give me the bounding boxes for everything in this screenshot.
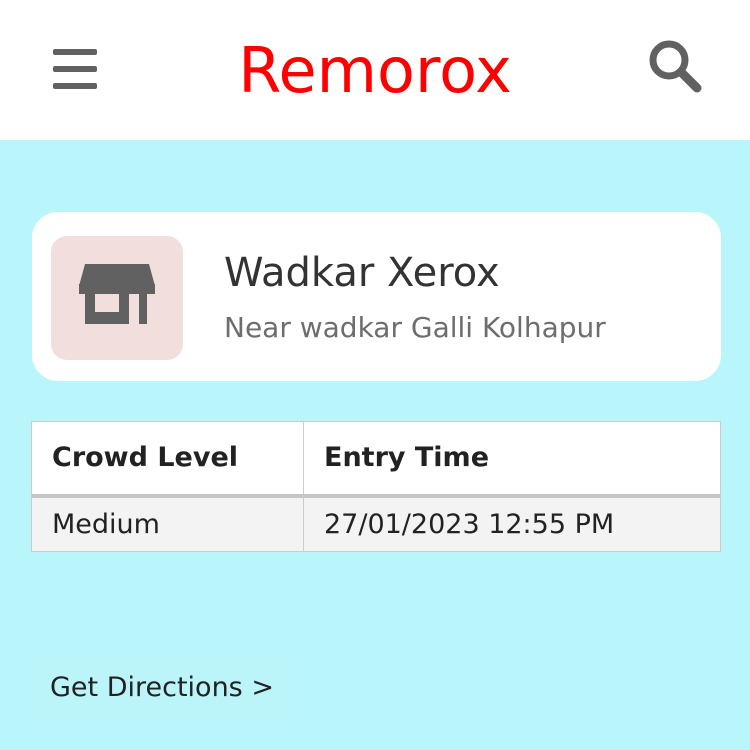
- app-title: Remorox: [238, 34, 512, 107]
- crowd-level-cell: Medium: [31, 495, 304, 552]
- search-icon[interactable]: [645, 36, 705, 96]
- get-directions-button[interactable]: Get Directions >: [32, 654, 287, 722]
- column-header-crowd-level: Crowd Level: [31, 421, 304, 498]
- store-name: Wadkar Xerox: [224, 250, 500, 296]
- store-icon-tile: [51, 236, 183, 360]
- app-header: Remorox: [0, 0, 750, 140]
- store-address: Near wadkar Galli Kolhapur: [224, 311, 606, 344]
- store-card[interactable]: Wadkar Xerox Near wadkar Galli Kolhapur: [32, 212, 721, 381]
- entry-time-cell: 27/01/2023 12:55 PM: [303, 495, 721, 552]
- store-icon: [79, 264, 155, 324]
- column-header-entry-time: Entry Time: [303, 421, 721, 498]
- table-row: Medium 27/01/2023 12:55 PM: [31, 495, 721, 552]
- store-info-table: Crowd Level Entry Time Medium 27/01/2023…: [31, 421, 721, 552]
- table-header-row: Crowd Level Entry Time: [31, 421, 721, 498]
